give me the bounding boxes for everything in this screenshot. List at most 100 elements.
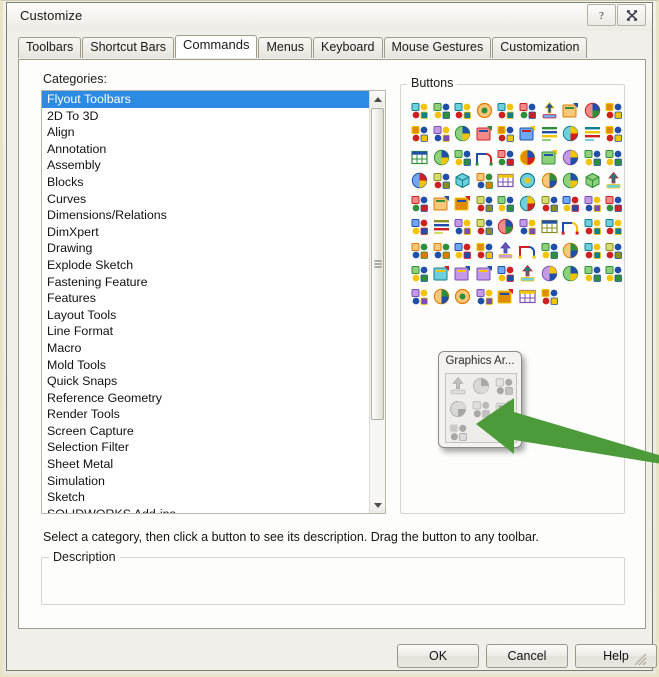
tab-menus[interactable]: Menus — [258, 37, 312, 58]
relation-curve-icon[interactable] — [517, 147, 538, 168]
insert-part-icon[interactable] — [539, 216, 560, 237]
insert-thermometer-icon[interactable] — [452, 263, 473, 284]
thermal-load-icon[interactable] — [495, 263, 516, 284]
scroll-up-icon[interactable] — [370, 91, 385, 107]
tab-strip[interactable]: Toolbars Shortcut Bars Commands Menus Keyboa… — [18, 35, 646, 60]
spell-checker-icon[interactable] — [452, 100, 473, 121]
dimension-swap-icon[interactable] — [495, 240, 516, 261]
graphics-area-flyout-icon[interactable] — [431, 286, 452, 307]
spline-tool-icon[interactable] — [560, 193, 581, 214]
coordinate-chart-icon[interactable] — [474, 170, 495, 191]
line-tool-icon[interactable] — [431, 193, 452, 214]
draft-analysis-icon[interactable] — [603, 216, 624, 237]
pie-color-wheel-icon[interactable] — [582, 123, 603, 144]
bold-italic-text-icon[interactable] — [431, 123, 452, 144]
cancel-button[interactable]: Cancel — [486, 644, 568, 668]
category-item[interactable]: Macro — [42, 340, 369, 357]
circle-tool-icon[interactable] — [495, 193, 516, 214]
simulation-contact-icon[interactable] — [517, 286, 538, 307]
tab-shortcut-bars[interactable]: Shortcut Bars — [82, 37, 174, 58]
report-page-icon[interactable] — [517, 263, 538, 284]
font-scale-icon[interactable] — [517, 240, 538, 261]
titlebar-help-icon[interactable]: ? — [587, 4, 616, 26]
scroll-down-icon[interactable] — [370, 497, 385, 513]
section-view-icon[interactable] — [431, 147, 452, 168]
command-icon-grid[interactable] — [409, 100, 624, 310]
category-item[interactable]: Dimensions/Relations — [42, 207, 369, 224]
magnifier-zoom-icon[interactable] — [409, 286, 430, 307]
rgb-cube-icon[interactable] — [452, 147, 473, 168]
dot-grid-icon[interactable] — [452, 216, 473, 237]
category-item[interactable]: Drawing — [42, 240, 369, 257]
screen-capture-icon[interactable] — [539, 240, 560, 261]
category-item[interactable]: Screen Capture — [42, 423, 369, 440]
category-item[interactable]: Align — [42, 124, 369, 141]
sketch-fillet-icon[interactable] — [409, 193, 430, 214]
transparent-cube-icon[interactable] — [431, 263, 452, 284]
categories-scrollbar[interactable] — [369, 91, 385, 513]
selection-filter-arrow-icon[interactable] — [409, 147, 430, 168]
magic-wand-icon[interactable] — [560, 123, 581, 144]
tab-customization[interactable]: Customization — [492, 37, 588, 58]
line-format-stack-icon[interactable] — [474, 123, 495, 144]
category-item[interactable]: Render Tools — [42, 406, 369, 423]
title-bar[interactable]: Customize ? — [7, 3, 652, 31]
category-item[interactable]: Reference Geometry — [42, 390, 369, 407]
equation-sigma-icon[interactable] — [409, 170, 430, 191]
category-item[interactable]: Fastening Feature — [42, 274, 369, 291]
category-item[interactable]: Assembly — [42, 157, 369, 174]
category-item[interactable]: Blocks — [42, 174, 369, 191]
save-icon[interactable] — [560, 170, 581, 191]
category-item[interactable]: Features — [42, 290, 369, 307]
trim-entities-icon[interactable] — [409, 216, 430, 237]
rotate-view-icon[interactable] — [431, 170, 452, 191]
properties-list-icon[interactable] — [603, 170, 624, 191]
category-item[interactable]: Mold Tools — [42, 357, 369, 374]
flyout-viewport-layout-icon[interactable] — [447, 375, 469, 397]
layout-table-icon[interactable] — [582, 100, 603, 121]
pressure-load-icon[interactable] — [495, 286, 516, 307]
sensor-gauge-icon[interactable] — [539, 286, 560, 307]
appearance-sphere-icon[interactable] — [409, 123, 430, 144]
tangent-arc-icon[interactable] — [582, 193, 603, 214]
category-item[interactable]: Line Format — [42, 323, 369, 340]
rectangle-tool-icon[interactable] — [452, 193, 473, 214]
new-document-icon[interactable] — [517, 170, 538, 191]
rollback-icon[interactable] — [452, 240, 473, 261]
tab-commands[interactable]: Commands — [174, 35, 258, 58]
gradient-chart-icon[interactable] — [452, 286, 473, 307]
open-assembly-icon[interactable] — [409, 240, 430, 261]
category-item[interactable]: Flyout Toolbars — [42, 91, 369, 108]
bom-columns-icon[interactable] — [582, 216, 603, 237]
surface-extrude-icon[interactable] — [452, 123, 473, 144]
wave-plot-icon[interactable] — [560, 263, 581, 284]
category-item[interactable]: DimXpert — [42, 224, 369, 241]
annotation-note-icon[interactable] — [495, 100, 516, 121]
spline-curve-icon[interactable] — [517, 100, 538, 121]
category-item[interactable]: Layout Tools — [42, 307, 369, 324]
flyout-magnifier-search-icon[interactable] — [493, 398, 515, 420]
open-folder-icon[interactable] — [539, 170, 560, 191]
category-item[interactable]: Explode Sketch — [42, 257, 369, 274]
category-item[interactable]: 2D To 3D — [42, 108, 369, 125]
target-fixture-icon[interactable] — [582, 263, 603, 284]
close-icon[interactable] — [617, 4, 646, 26]
convert-entities-icon[interactable] — [495, 216, 516, 237]
category-item[interactable]: Simulation — [42, 473, 369, 490]
derived-sketch-icon[interactable] — [539, 100, 560, 121]
flyout-zoom-to-fit-icon[interactable] — [470, 398, 492, 420]
check-sketch-icon[interactable] — [560, 240, 581, 261]
exploded-view-icon[interactable] — [603, 240, 624, 261]
solidworks-cube-icon[interactable] — [495, 147, 516, 168]
flyout-icon-grid[interactable] — [445, 373, 517, 443]
globe-3dcontent-icon[interactable] — [452, 170, 473, 191]
tab-mouse-gestures[interactable]: Mouse Gestures — [383, 37, 492, 58]
mate-pair-icon[interactable] — [539, 263, 560, 284]
category-item[interactable]: Selection Filter — [42, 439, 369, 456]
render-sphere-icon[interactable] — [517, 123, 538, 144]
explode-line-sketch-icon[interactable] — [474, 100, 495, 121]
category-item[interactable]: Sketch — [42, 489, 369, 506]
bolt-fastener-icon[interactable] — [495, 170, 516, 191]
category-item[interactable]: Annotation — [42, 141, 369, 158]
slot-tool-icon[interactable] — [474, 193, 495, 214]
